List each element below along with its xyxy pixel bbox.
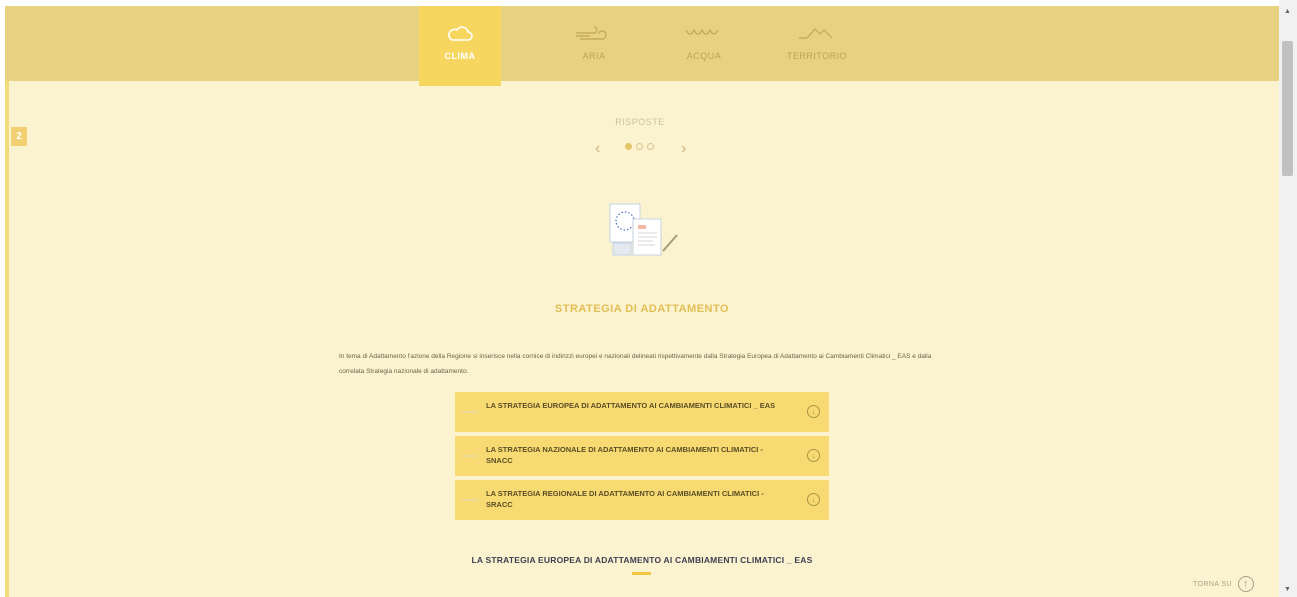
nav-tab-clima[interactable]: CLIMA (419, 6, 501, 86)
scrollbar-thumb[interactable] (1282, 41, 1293, 176)
title-underline (632, 572, 651, 575)
section-title: STRATEGIA DI ADATTAMENTO (554, 303, 730, 315)
wind-icon (576, 26, 607, 40)
back-to-top-label: TORNA SU (1193, 580, 1232, 588)
back-to-top-button[interactable]: TORNA SU ↑ (1193, 576, 1254, 592)
carousel-dots (625, 143, 654, 150)
carousel-dot[interactable] (647, 143, 654, 150)
carousel-dot[interactable] (636, 143, 643, 150)
accordion-item-snacc[interactable]: LA STRATEGIA NAZIONALE DI ADATTAMENTO AI… (455, 436, 829, 476)
top-navigation: CLIMA ARIA ACQUA TERRITORIO (5, 6, 1279, 86)
accordion-bar (462, 499, 478, 501)
accordion-bar (462, 411, 478, 413)
nav-tab-label: ARIA (582, 51, 606, 61)
accordion-item-label: LA STRATEGIA REGIONALE DI ADATTAMENTO AI… (486, 489, 764, 509)
accordion-item-sracc[interactable]: LA STRATEGIA REGIONALE DI ADATTAMENTO AI… (455, 480, 829, 520)
cloud-icon (448, 26, 473, 41)
expand-down-icon[interactable]: ↓ (807, 493, 820, 506)
accordion-bar (462, 455, 478, 457)
water-icon (685, 28, 719, 35)
vertical-scrollbar[interactable]: ▲ ▼ (1279, 0, 1297, 597)
nav-tab-territorio[interactable]: TERRITORIO (776, 6, 858, 81)
page-content: 2 CLIMA ARIA ACQUA TERRITORIO RISPOSTE ‹… (5, 6, 1279, 597)
carousel-label: RISPOSTE (615, 117, 665, 127)
nav-tab-acqua[interactable]: ACQUA (663, 6, 745, 81)
accordion-item-label: LA STRATEGIA EUROPEA DI ADATTAMENTO AI C… (486, 401, 776, 410)
nav-tab-label: CLIMA (444, 51, 476, 61)
section-intro-text: In tema di Adattamento l'azione della Re… (339, 353, 932, 375)
scroll-down-icon[interactable]: ▼ (1284, 586, 1291, 593)
mountain-icon (799, 27, 833, 39)
nav-tab-label: TERRITORIO (786, 51, 848, 61)
strategy-document-icon (609, 203, 678, 256)
nav-tab-label: ACQUA (686, 51, 722, 61)
left-accent-stripe (5, 6, 9, 597)
accordion-item-eas[interactable]: LA STRATEGIA EUROPEA DI ADATTAMENTO AI C… (455, 392, 829, 432)
carousel-prev-icon[interactable]: ‹ (595, 140, 600, 158)
carousel-next-icon[interactable]: › (681, 140, 686, 158)
scroll-up-icon[interactable]: ▲ (1284, 8, 1291, 15)
side-tab[interactable]: 2 (11, 127, 27, 146)
arrow-up-icon: ↑ (1237, 576, 1254, 592)
accordion-item-label: LA STRATEGIA NAZIONALE DI ADATTAMENTO AI… (486, 445, 763, 465)
expand-down-icon[interactable]: ↓ (807, 405, 820, 418)
expand-down-icon[interactable]: ↓ (807, 449, 820, 462)
nav-tab-aria[interactable]: ARIA (553, 6, 635, 81)
subsection-title: LA STRATEGIA EUROPEA DI ADATTAMENTO AI C… (471, 555, 813, 565)
carousel-dot[interactable] (625, 143, 632, 150)
strategy-accordion: LA STRATEGIA EUROPEA DI ADATTAMENTO AI C… (455, 392, 829, 524)
